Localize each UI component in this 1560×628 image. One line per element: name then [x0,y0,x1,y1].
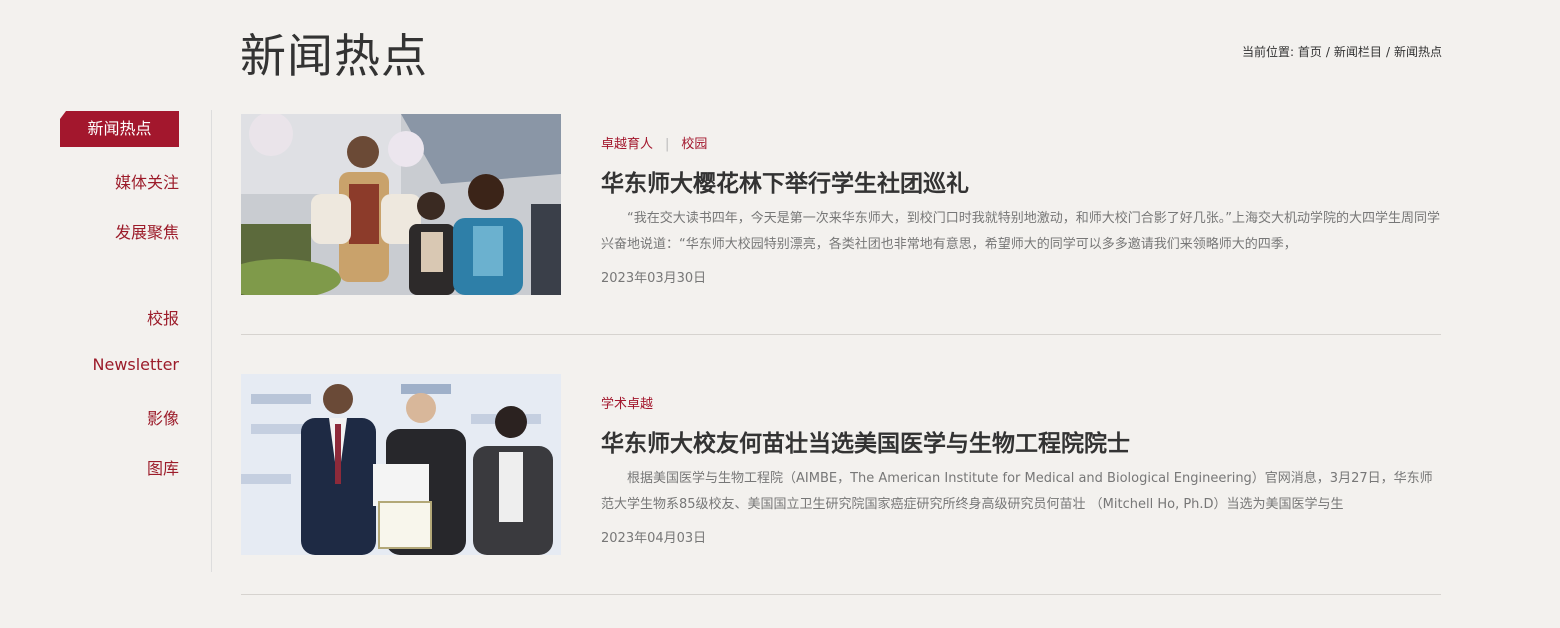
news-tag[interactable]: 校园 [681,137,707,152]
news-date: 2023年04月03日 [601,531,707,546]
breadcrumb-home[interactable]: 首页 [1298,45,1322,59]
sidebar-item-gallery[interactable]: 图库 [147,455,179,479]
sidebar-item-development[interactable]: 发展聚焦 [115,219,179,243]
news-summary: “我在交大读书四年，今天是第一次来华东师大，到校门口时我就特别地激动，和师大校门… [601,211,1440,252]
news-tags: 学术卓越 [601,393,653,412]
sidebar-item-school-paper[interactable]: 校报 [147,305,179,329]
sidebar: 新闻热点 媒体关注 发展聚焦 校报 Newsletter 影像 图库 [0,110,212,572]
breadcrumb-current[interactable]: 新闻热点 [1394,45,1442,59]
news-tag[interactable]: 卓越育人 [601,137,653,152]
divider [241,334,1441,335]
news-summary: 根据美国医学与生物工程院（AIMBE，The American Institut… [601,471,1433,512]
news-tags: 卓越育人 | 校园 [601,137,708,152]
divider [241,594,1441,595]
sidebar-item-news-hot[interactable]: 新闻热点 [60,111,179,147]
news-title[interactable]: 华东师大校友何苗壮当选美国医学与生物工程院院士 [601,424,1130,458]
news-thumbnail[interactable] [241,114,561,295]
breadcrumb: 当前位置: 首页 / 新闻栏目 / 新闻热点 [1241,45,1442,59]
page-title: 新闻热点 [240,29,428,83]
breadcrumb-prefix: 当前位置: [1241,45,1295,59]
news-tag[interactable]: 学术卓越 [601,397,653,412]
news-title[interactable]: 华东师大樱花林下举行学生社团巡礼 [601,164,969,198]
news-thumbnail[interactable] [241,374,561,555]
sidebar-item-media[interactable]: 媒体关注 [115,169,179,193]
breadcrumb-news-section[interactable]: 新闻栏目 [1334,45,1382,59]
sidebar-item-newsletter[interactable]: Newsletter [93,355,180,374]
sidebar-item-video[interactable]: 影像 [147,405,179,429]
news-date: 2023年03月30日 [601,271,707,286]
